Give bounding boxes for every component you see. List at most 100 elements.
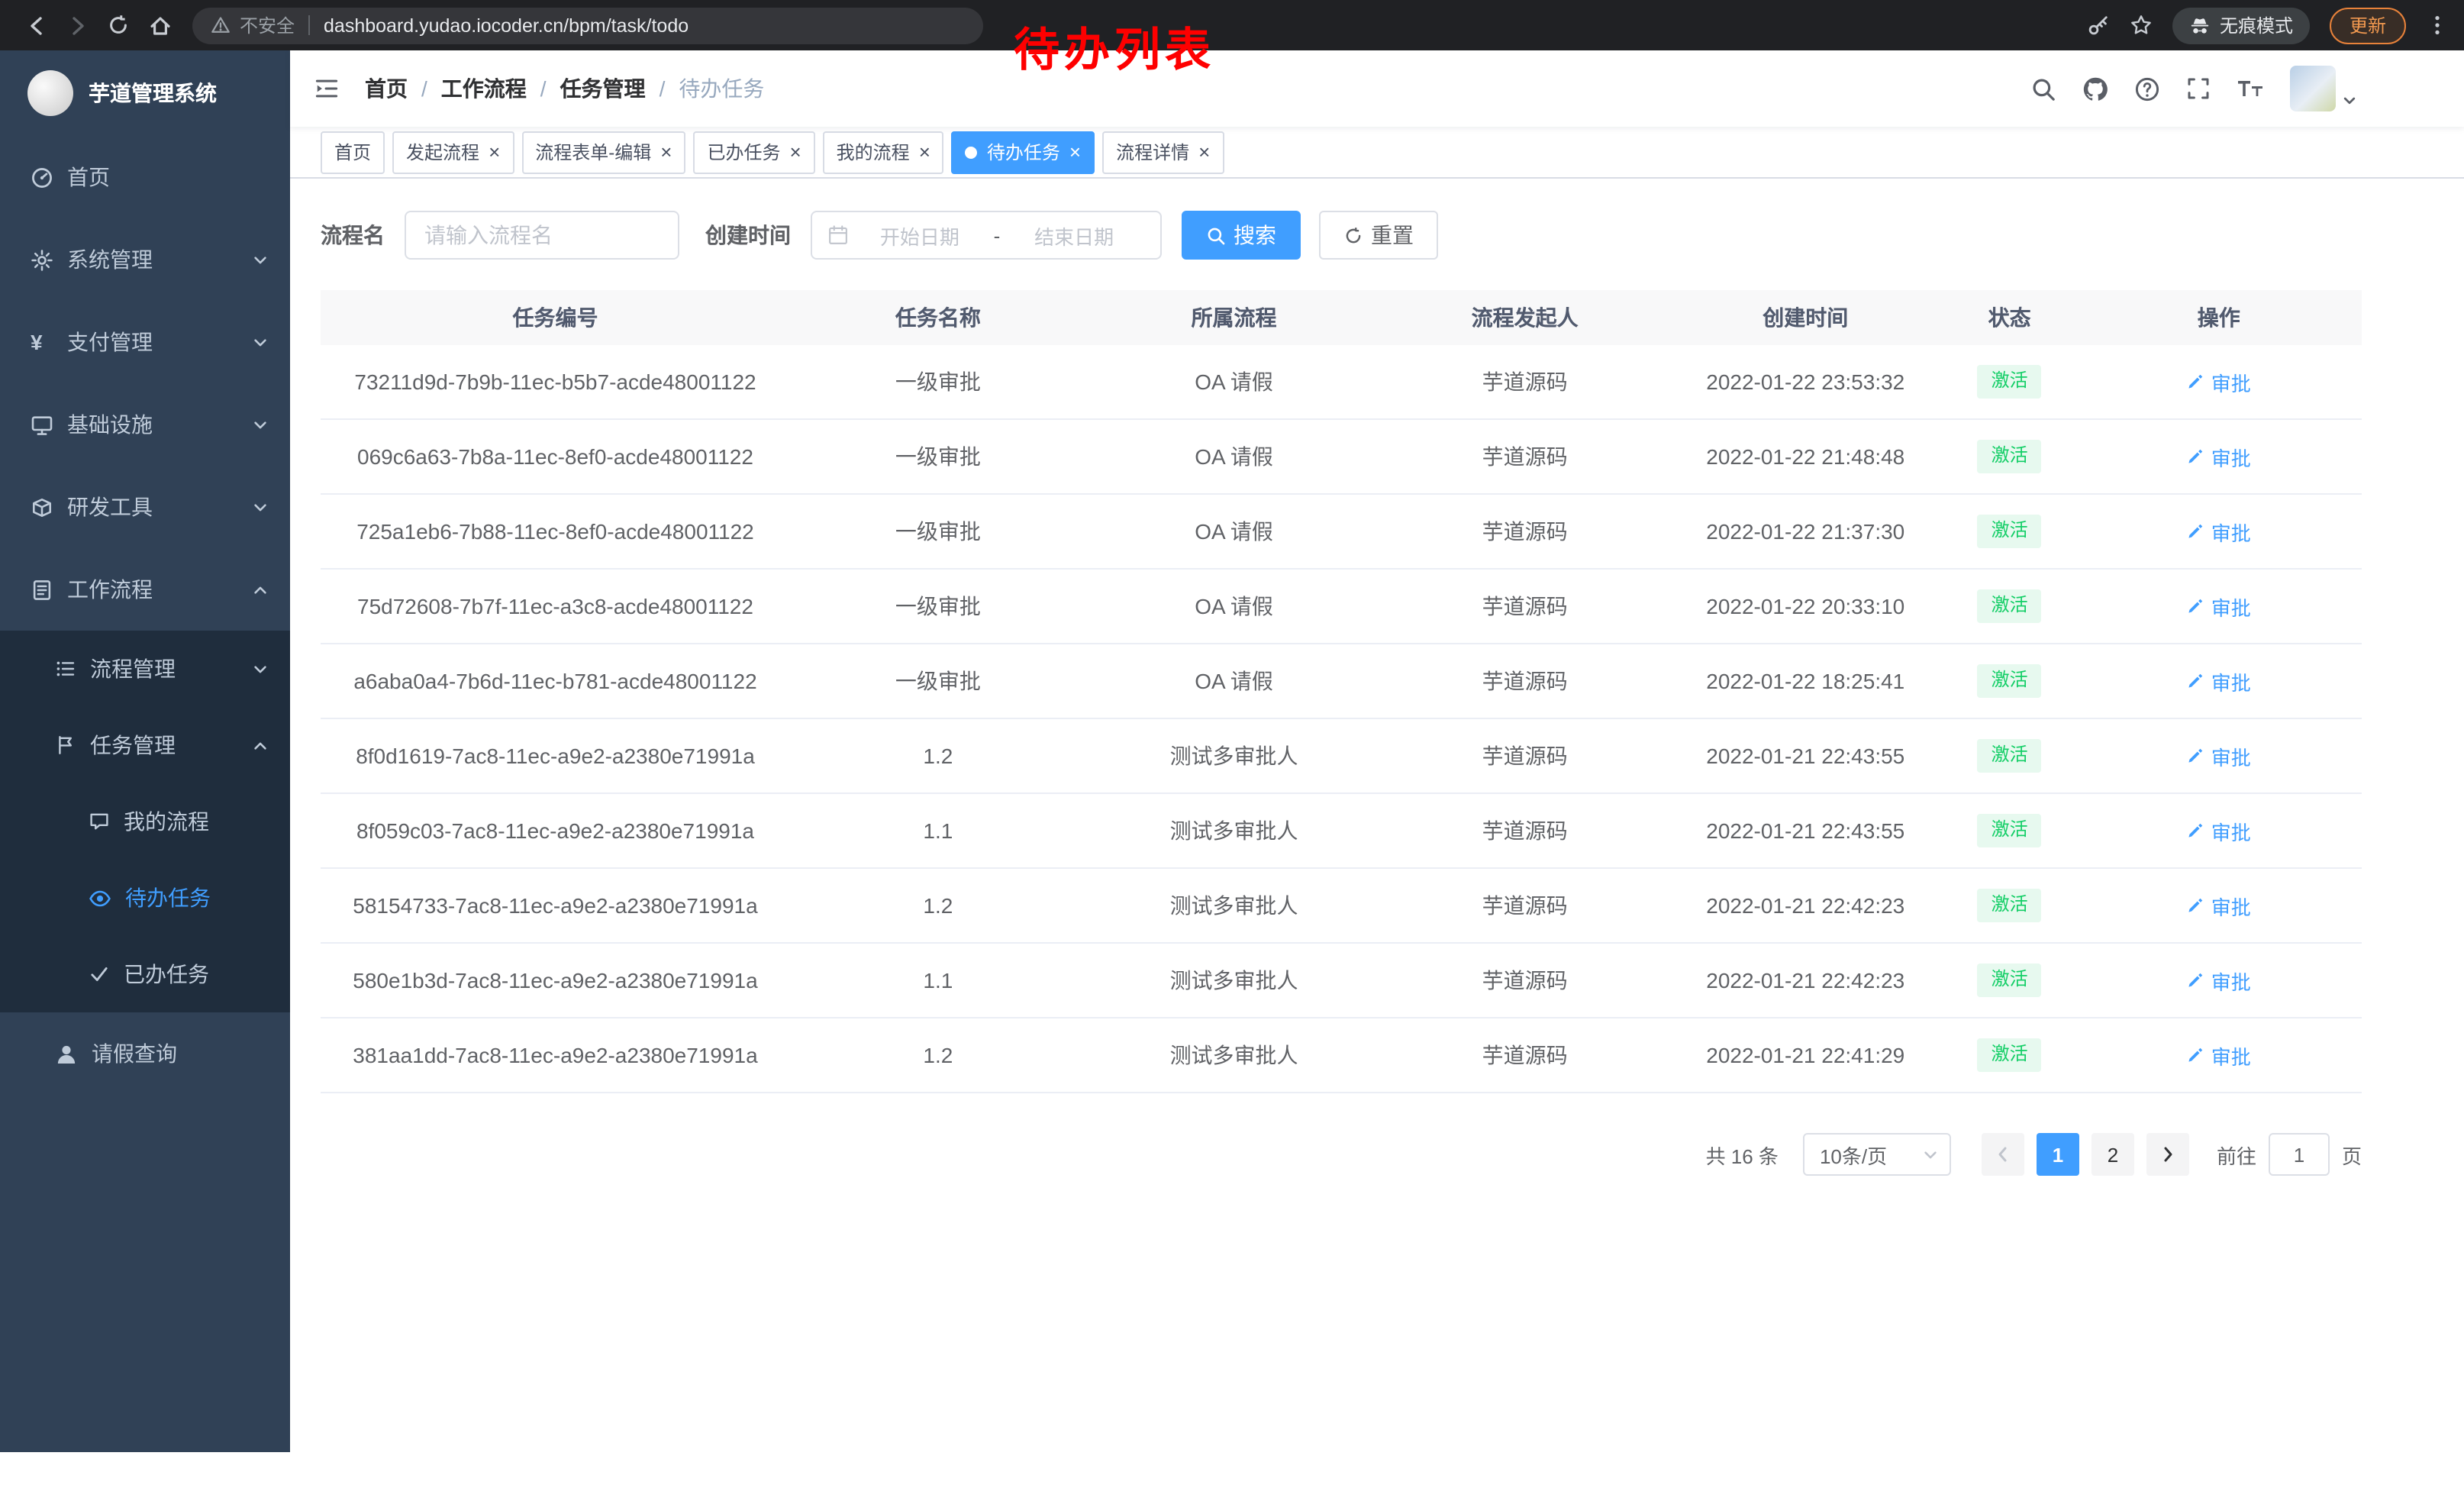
cell-status: 激活 — [1943, 943, 2076, 1018]
approve-link[interactable]: 审批 — [2187, 367, 2251, 396]
cell-action: 审批 — [2076, 1018, 2362, 1093]
app-logo: 芋道管理系统 — [0, 50, 290, 136]
sidebar-item-label: 已办任务 — [124, 959, 209, 989]
next-page-button[interactable] — [2146, 1133, 2189, 1176]
reset-button[interactable]: 重置 — [1319, 211, 1438, 260]
process-name-input[interactable] — [405, 211, 679, 260]
approve-link[interactable]: 审批 — [2187, 442, 2251, 471]
approve-link[interactable]: 审批 — [2187, 667, 2251, 696]
table-row: 381aa1dd-7ac8-11ec-a9e2-a2380e71991a 1.2… — [321, 1018, 2362, 1093]
refresh-icon — [1343, 225, 1363, 245]
refresh-icon — [107, 14, 130, 37]
star-icon[interactable] — [2130, 14, 2153, 37]
github-icon[interactable] — [2082, 76, 2108, 102]
sidebar-item-payment-mgmt[interactable]: ¥ 支付管理 — [0, 301, 290, 383]
prev-page-button[interactable] — [1982, 1133, 2024, 1176]
sidebar-item-process-mgmt[interactable]: 流程管理 — [0, 631, 290, 707]
screen: 不安全 dashboard.yudao.iocoder.cn/bpm/task/… — [0, 0, 2464, 1501]
menu-dots-icon[interactable] — [2426, 14, 2449, 37]
forward-button[interactable] — [56, 5, 98, 46]
page-1-button[interactable]: 1 — [2037, 1133, 2079, 1176]
page-size-select[interactable]: 10条/页 — [1803, 1133, 1951, 1176]
cell-create-time: 2022-01-21 22:41:29 — [1668, 1018, 1943, 1093]
sidebar-item-my-process[interactable]: 我的流程 — [0, 783, 290, 860]
address-bar[interactable]: 不安全 dashboard.yudao.iocoder.cn/bpm/task/… — [192, 7, 983, 44]
approve-link[interactable]: 审批 — [2187, 816, 2251, 845]
status-badge: 激活 — [1978, 515, 2042, 547]
cell-task-id: 58154733-7ac8-11ec-a9e2-a2380e71991a — [321, 868, 790, 943]
edit-icon — [2187, 597, 2205, 615]
key-icon[interactable] — [2087, 14, 2110, 37]
close-icon[interactable]: × — [919, 142, 930, 162]
sidebar-item-done-tasks[interactable]: 已办任务 — [0, 936, 290, 1012]
fullscreen-icon[interactable] — [2186, 76, 2211, 101]
breadcrumb-task-mgmt[interactable]: 任务管理 — [560, 73, 646, 104]
fold-sidebar-icon[interactable] — [313, 75, 340, 102]
chevron-down-icon — [252, 334, 269, 350]
refresh-button[interactable] — [98, 5, 139, 46]
approve-link[interactable]: 审批 — [2187, 891, 2251, 920]
home-button[interactable] — [139, 5, 180, 46]
close-icon[interactable]: × — [1069, 142, 1081, 162]
sidebar-item-leave-query[interactable]: 请假查询 — [0, 1012, 290, 1095]
process-name-label: 流程名 — [321, 220, 385, 250]
approve-link[interactable]: 审批 — [2187, 966, 2251, 995]
close-icon[interactable]: × — [789, 142, 801, 162]
breadcrumb-workflow[interactable]: 工作流程 — [441, 73, 527, 104]
cell-task-name: 1.2 — [790, 718, 1086, 793]
sidebar-item-workflow[interactable]: 工作流程 — [0, 548, 290, 631]
font-size-icon[interactable] — [2237, 76, 2264, 101]
tab-done-tasks[interactable]: 已办任务 × — [693, 131, 814, 173]
chevron-down-icon — [2342, 93, 2357, 108]
cell-action: 审批 — [2076, 345, 2362, 419]
goto-page-input[interactable] — [2269, 1133, 2330, 1176]
list-icon — [55, 658, 76, 679]
sidebar-item-label: 首页 — [67, 162, 110, 192]
tab-start-process[interactable]: 发起流程 × — [392, 131, 514, 173]
update-button[interactable]: 更新 — [2330, 7, 2406, 44]
sidebar-item-todo-tasks[interactable]: 待办任务 — [0, 860, 290, 936]
approve-link[interactable]: 审批 — [2187, 517, 2251, 546]
avatar — [2290, 66, 2336, 111]
sidebar-item-dev-tools[interactable]: 研发工具 — [0, 466, 290, 548]
tab-home[interactable]: 首页 — [321, 131, 385, 173]
tab-process-detail[interactable]: 流程详情 × — [1102, 131, 1224, 173]
breadcrumb-home[interactable]: 首页 — [365, 73, 408, 104]
cell-create-time: 2022-01-22 20:33:10 — [1668, 569, 1943, 644]
sidebar-item-system-mgmt[interactable]: 系统管理 — [0, 218, 290, 301]
cell-create-time: 2022-01-22 18:25:41 — [1668, 644, 1943, 718]
status-badge: 激活 — [1978, 1038, 2042, 1071]
close-icon[interactable]: × — [489, 142, 500, 162]
close-icon[interactable]: × — [660, 142, 672, 162]
approve-link[interactable]: 审批 — [2187, 592, 2251, 621]
tab-my-process[interactable]: 我的流程 × — [823, 131, 944, 173]
sidebar-item-home[interactable]: 首页 — [0, 136, 290, 218]
approve-link[interactable]: 审批 — [2187, 1041, 2251, 1070]
tab-process-form-edit[interactable]: 流程表单-编辑 × — [521, 131, 685, 173]
navbar-actions — [2030, 66, 2357, 111]
close-icon[interactable]: × — [1198, 142, 1210, 162]
tab-todo-tasks[interactable]: 待办任务 × — [952, 131, 1095, 173]
address-divider — [308, 15, 310, 35]
search-icon[interactable] — [2030, 76, 2056, 102]
cell-process: OA 请假 — [1086, 644, 1382, 718]
sidebar-item-label: 流程管理 — [90, 654, 176, 684]
page-2-button[interactable]: 2 — [2091, 1133, 2134, 1176]
user-avatar[interactable] — [2290, 66, 2357, 111]
approve-link[interactable]: 审批 — [2187, 741, 2251, 770]
approve-label: 审批 — [2211, 1041, 2251, 1070]
sidebar-item-task-mgmt[interactable]: 任务管理 — [0, 707, 290, 783]
cell-process: 测试多审批人 — [1086, 943, 1382, 1018]
goto-label: 前往 — [2217, 1140, 2256, 1169]
table-row: 725a1eb6-7b88-11ec-8ef0-acde48001122 一级审… — [321, 494, 2362, 569]
sidebar-item-infrastructure[interactable]: 基础设施 — [0, 383, 290, 466]
date-range-picker[interactable]: 开始日期 - 结束日期 — [811, 211, 1162, 260]
cell-task-name: 1.2 — [790, 1018, 1086, 1093]
forward-icon — [65, 13, 89, 37]
help-icon[interactable] — [2134, 76, 2160, 102]
cell-task-id: a6aba0a4-7b6d-11ec-b781-acde48001122 — [321, 644, 790, 718]
status-badge: 激活 — [1978, 664, 2042, 697]
search-button[interactable]: 搜索 — [1182, 211, 1301, 260]
approve-label: 审批 — [2211, 891, 2251, 920]
back-button[interactable] — [15, 5, 56, 46]
